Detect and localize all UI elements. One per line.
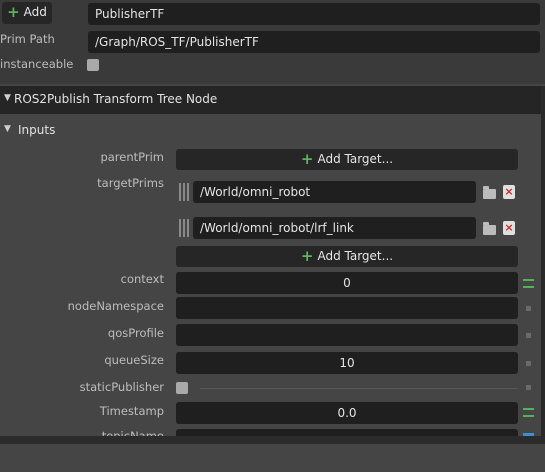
parent-prim-label: parentPrim <box>100 150 164 164</box>
target-path-field[interactable]: /World/omni_robot/lrf_link <box>193 217 476 239</box>
node-namespace-label: nodeNamespace <box>67 299 164 313</box>
prim-name-value: PublisherTF <box>95 7 165 21</box>
remove-target-button[interactable]: × <box>503 185 515 199</box>
prim-path-label: Prim Path <box>0 32 55 46</box>
inputs-title: Inputs <box>18 123 56 137</box>
add-target-button[interactable]: + Add Target... <box>176 246 518 267</box>
footer-area <box>0 444 545 472</box>
qos-profile-label: qosProfile <box>107 326 164 340</box>
section-header[interactable]: ▼ ROS2Publish Transform Tree Node <box>0 86 545 114</box>
target-path-value: /World/omni_robot <box>200 185 311 199</box>
static-publisher-label: staticPublisher <box>79 380 164 394</box>
queue-size-label: queueSize <box>104 353 164 367</box>
prim-name-field[interactable]: PublisherTF <box>88 3 540 25</box>
collapse-arrow-icon: ▼ <box>4 124 11 134</box>
folder-icon[interactable] <box>483 222 496 235</box>
divider <box>200 388 518 389</box>
default-value-icon[interactable] <box>523 408 534 417</box>
prim-path-field[interactable]: /Graph/ROS_TF/PublisherTF <box>88 31 540 53</box>
add-target-label: Add Target... <box>317 249 394 263</box>
mixed-indicator-icon[interactable] <box>526 306 531 311</box>
plus-icon: + <box>300 247 314 265</box>
folder-icon[interactable] <box>483 186 496 199</box>
mixed-indicator-icon[interactable] <box>526 333 531 338</box>
target-path-value: /World/omni_robot/lrf_link <box>200 221 354 235</box>
target-path-field[interactable]: /World/omni_robot <box>193 181 476 203</box>
queue-size-value: 10 <box>339 356 355 370</box>
instanceable-checkbox[interactable] <box>87 59 99 71</box>
section-title: ROS2Publish Transform Tree Node <box>14 92 218 106</box>
timestamp-field[interactable]: 0.0 <box>176 402 518 424</box>
collapse-arrow-icon: ▼ <box>4 93 11 103</box>
add-target-label: Add Target... <box>317 152 394 166</box>
target-row-2: /World/omni_robot/lrf_link × <box>176 216 518 240</box>
mixed-indicator-icon[interactable] <box>526 361 531 366</box>
add-label: Add <box>23 5 47 19</box>
default-value-icon[interactable] <box>523 279 534 288</box>
drag-handle-icon[interactable] <box>179 219 189 237</box>
target-row-1: /World/omni_robot × <box>176 180 518 204</box>
topic-name-row: topicName <box>0 426 545 436</box>
topic-name-label: topicName <box>101 429 164 436</box>
instanceable-label: instanceable <box>0 57 74 71</box>
node-namespace-field[interactable] <box>176 297 518 319</box>
inputs-header[interactable]: ▼ Inputs <box>0 120 120 140</box>
timestamp-label: Timestamp <box>99 404 164 418</box>
qos-profile-field[interactable] <box>176 324 518 346</box>
plus-icon: + <box>300 150 314 168</box>
remove-target-button[interactable]: × <box>503 221 515 235</box>
timestamp-value: 0.0 <box>337 406 357 420</box>
topic-name-field[interactable] <box>176 429 518 436</box>
mixed-indicator-icon[interactable] <box>526 385 531 390</box>
scrollbar[interactable] <box>541 86 545 436</box>
drag-handle-icon[interactable] <box>179 183 189 201</box>
context-value: 0 <box>343 276 351 290</box>
plus-icon: + <box>7 3 20 21</box>
context-field[interactable]: 0 <box>176 272 518 294</box>
prim-path-value: /Graph/ROS_TF/PublisherTF <box>95 35 259 49</box>
context-label: context <box>120 272 164 286</box>
static-publisher-checkbox[interactable] <box>176 382 188 394</box>
queue-size-field[interactable]: 10 <box>176 352 518 374</box>
add-target-button[interactable]: + Add Target... <box>176 149 518 170</box>
add-button[interactable]: + Add <box>2 2 52 24</box>
bottom-bar <box>0 436 545 444</box>
target-prims-label: targetPrims <box>97 176 164 190</box>
